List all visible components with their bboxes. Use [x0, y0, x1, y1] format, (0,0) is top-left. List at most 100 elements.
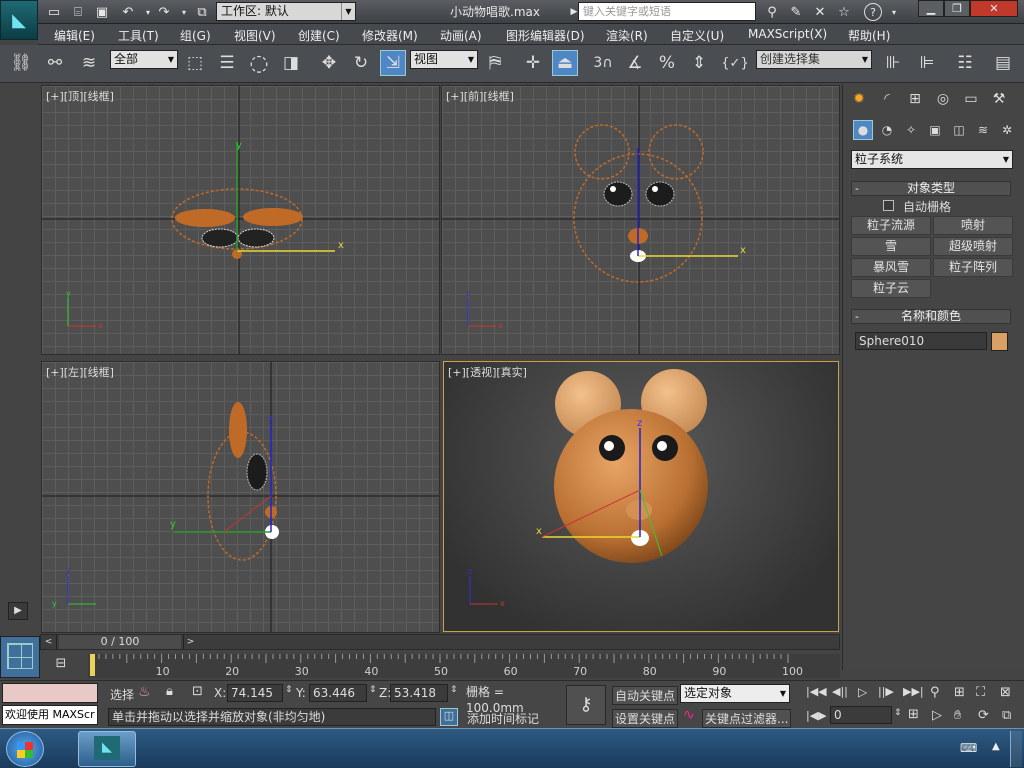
- menu-modifiers[interactable]: 修改器(M): [362, 27, 418, 44]
- rotate-icon[interactable]: ↻: [348, 50, 374, 76]
- modify-tab-icon[interactable]: ◜: [875, 88, 899, 110]
- taskbar-3dsmax-app[interactable]: ◣: [78, 731, 136, 767]
- menu-animation[interactable]: 动画(A): [440, 27, 482, 44]
- maxscript-mini-listener-top[interactable]: [2, 683, 98, 703]
- tray-arrow-icon[interactable]: ▲: [992, 741, 1000, 752]
- track-bar[interactable]: 10 20 30 40 50 60 70 80 90 100: [88, 654, 840, 678]
- go-to-end-icon[interactable]: ▶▶|: [903, 685, 924, 698]
- key-mode-toggle-icon[interactable]: |◀▶: [806, 709, 827, 722]
- name-color-rollout[interactable]: - 名称和颜色: [851, 309, 1011, 324]
- y-spinner-icon[interactable]: ⇕: [369, 685, 377, 695]
- set-key-button[interactable]: 设置关键点: [612, 709, 679, 728]
- next-frame-icon[interactable]: ||▶: [878, 685, 894, 698]
- display-tab-icon[interactable]: ▭: [959, 88, 983, 110]
- new-file-icon[interactable]: ▭: [44, 2, 64, 22]
- x-coordinate-field[interactable]: 74.145: [227, 684, 283, 702]
- absolute-mode-icon[interactable]: ⊡: [192, 684, 203, 699]
- menu-create[interactable]: 创建(C): [298, 27, 340, 44]
- menu-customize[interactable]: 自定义(U): [670, 27, 724, 44]
- y-coordinate-field[interactable]: 63.446: [309, 684, 367, 702]
- lights-icon[interactable]: ✧: [901, 120, 921, 140]
- maximize-viewport-icon[interactable]: ⧉: [1002, 708, 1011, 723]
- current-frame-marker[interactable]: [90, 654, 95, 676]
- viewport-perspective[interactable]: [+][透视][真实] x z z x: [443, 361, 839, 632]
- percent-snap-icon[interactable]: %: [654, 50, 680, 76]
- object-color-swatch[interactable]: [991, 332, 1008, 351]
- close-button[interactable]: ✕: [970, 0, 1018, 17]
- select-by-name-icon[interactable]: ☰: [214, 50, 240, 76]
- restore-button[interactable]: ❐: [944, 0, 970, 17]
- spinner-snap-icon[interactable]: ⇕: [686, 50, 712, 76]
- frame-spinner-icon[interactable]: ⇕: [894, 708, 902, 718]
- zoom-icon[interactable]: ⚲: [930, 685, 940, 700]
- auto-key-button[interactable]: 自动关键点: [612, 686, 679, 705]
- angle-snap-icon[interactable]: ∡: [622, 50, 648, 76]
- super-spray-button[interactable]: 超级喷射: [933, 237, 1013, 256]
- z-spinner-icon[interactable]: ⇕: [450, 685, 458, 695]
- named-selection-dropdown[interactable]: 创建选择集 ▼: [756, 50, 872, 69]
- time-slider-thumb[interactable]: 0 / 100: [59, 635, 181, 649]
- auto-grid-checkbox[interactable]: [883, 200, 894, 211]
- menu-views[interactable]: 视图(V): [234, 27, 276, 44]
- blizzard-button[interactable]: 暴风雪: [851, 258, 931, 277]
- key-tangent-icon[interactable]: ∿: [683, 707, 695, 723]
- viewport-top[interactable]: [+][顶][线框] x y y x: [41, 85, 440, 355]
- search-input[interactable]: 键入关键字或短语: [578, 2, 756, 21]
- utilities-tab-icon[interactable]: ⚒: [987, 88, 1011, 110]
- workspace-dropdown[interactable]: 工作区: 默认 ▼: [216, 2, 356, 21]
- snow-button[interactable]: 雪: [851, 237, 931, 256]
- pan-hand-icon[interactable]: ✋︎: [954, 708, 961, 723]
- particle-cloud-button[interactable]: 粒子云: [851, 279, 931, 298]
- redo-dropdown-icon[interactable]: ▾: [174, 2, 194, 22]
- hierarchy-tab-icon[interactable]: ⊞: [903, 88, 927, 110]
- shapes-icon[interactable]: ◔: [877, 120, 897, 140]
- start-button[interactable]: [6, 731, 44, 767]
- graphite-ribbon-icon[interactable]: ▤: [990, 50, 1016, 76]
- binoculars-icon[interactable]: ⚲: [762, 2, 782, 22]
- menu-edit[interactable]: 编辑(E): [54, 27, 95, 44]
- favorites-star-icon[interactable]: ☆: [834, 2, 854, 22]
- menu-group[interactable]: 组(G): [180, 27, 211, 44]
- layer-manager-icon[interactable]: ☷: [952, 50, 978, 76]
- undo-icon[interactable]: ↶: [118, 2, 138, 22]
- geometry-icon[interactable]: ●: [853, 120, 873, 140]
- viewport-left[interactable]: [+][左][线框] y z z y: [41, 361, 440, 633]
- menu-maxscript[interactable]: MAXScript(X): [748, 27, 827, 41]
- curve-editor-icon[interactable]: ⊟: [48, 656, 74, 676]
- zoom-extents-icon[interactable]: ⛶: [976, 685, 985, 700]
- redo-icon[interactable]: ↷: [154, 2, 174, 22]
- time-configuration-icon[interactable]: ⊞: [908, 707, 919, 722]
- subscription-icon[interactable]: ✕: [810, 2, 830, 22]
- pivot-center-icon[interactable]: ⛿: [482, 50, 508, 76]
- keyboard-icon[interactable]: ⌨: [960, 741, 977, 755]
- category-dropdown[interactable]: 粒子系统 ▼: [851, 150, 1013, 169]
- orbit-icon[interactable]: ⟳: [978, 708, 989, 723]
- viewport-layout-icon[interactable]: [0, 636, 40, 678]
- open-file-icon[interactable]: ⌸: [68, 2, 88, 22]
- time-tag-icon[interactable]: ◫: [440, 708, 458, 726]
- expand-play-icon[interactable]: ▶: [8, 602, 28, 620]
- select-object-icon[interactable]: ⬚: [182, 50, 208, 76]
- pf-source-button[interactable]: 粒子流源: [851, 216, 931, 235]
- previous-frame-icon[interactable]: ◀||: [832, 685, 848, 698]
- motion-tab-icon[interactable]: ◎: [931, 88, 955, 110]
- object-type-rollout[interactable]: - 对象类型: [851, 181, 1011, 196]
- viewport-front[interactable]: [+][前][线框] x z x: [441, 85, 840, 355]
- add-time-tag-label[interactable]: 添加时间标记: [467, 710, 539, 727]
- menu-help[interactable]: 帮助(H): [848, 27, 890, 44]
- menu-graph-editors[interactable]: 图形编辑器(D): [506, 27, 585, 44]
- set-key-icon[interactable]: ⚷: [566, 685, 606, 725]
- isolate-lightbulb-icon[interactable]: ♨: [138, 684, 151, 700]
- bind-space-warp-icon[interactable]: ≋: [76, 50, 102, 76]
- unlink-icon[interactable]: ⚯: [42, 50, 68, 76]
- help-icon[interactable]: ?: [864, 3, 882, 21]
- play-icon[interactable]: ▷: [858, 685, 867, 699]
- menu-tools[interactable]: 工具(T): [118, 27, 159, 44]
- communication-center-icon[interactable]: ✎: [786, 2, 806, 22]
- key-mode-dropdown[interactable]: 选定对象 ▼: [680, 684, 790, 703]
- systems-icon[interactable]: ✲: [997, 120, 1017, 140]
- link-icon[interactable]: ⛓: [8, 50, 34, 76]
- particle-array-button[interactable]: 粒子阵列: [933, 258, 1013, 277]
- current-frame-field[interactable]: 0: [830, 706, 892, 724]
- project-folder-icon[interactable]: ⧉: [192, 2, 212, 22]
